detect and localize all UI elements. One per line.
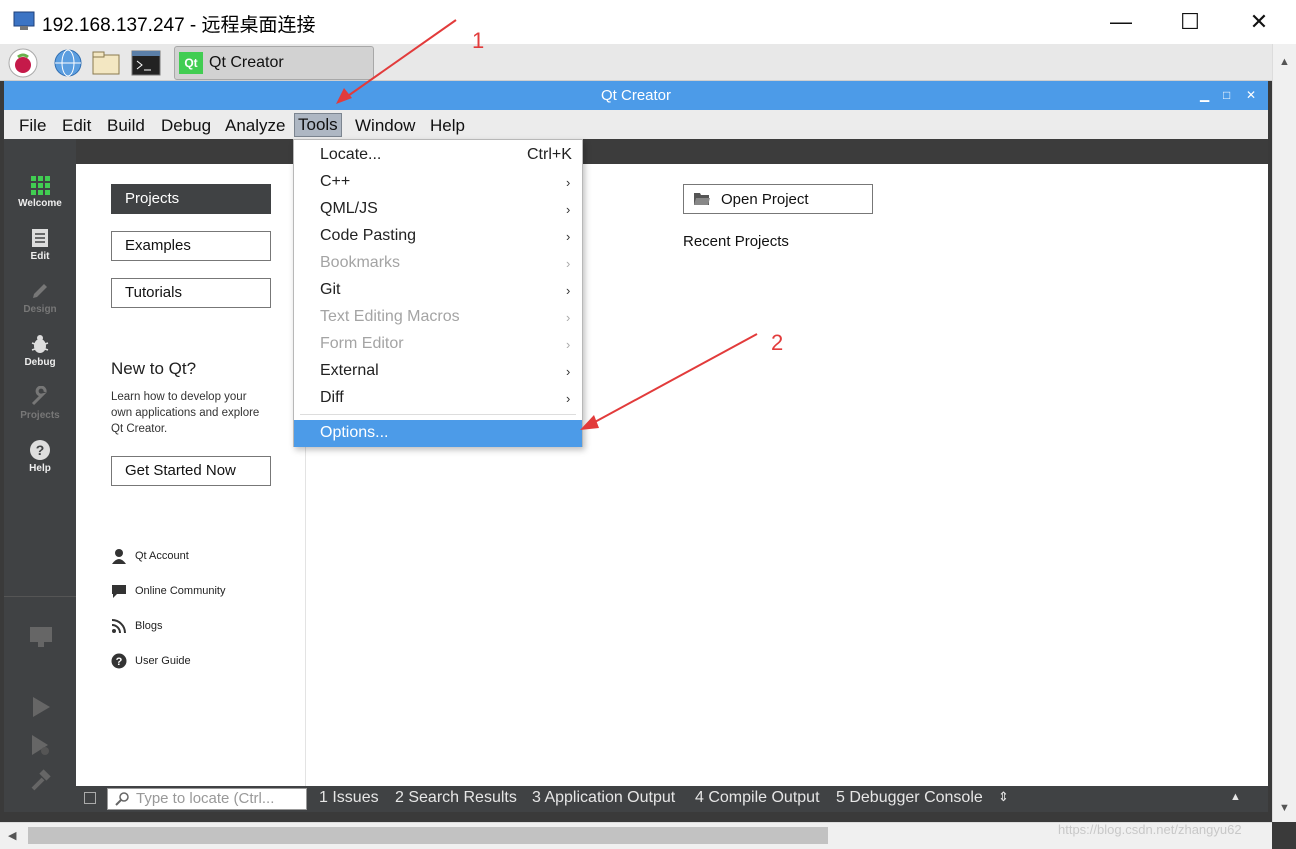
annotation-arrow-2 [592,333,758,424]
annotation-arrowhead-1 [336,88,352,104]
annotation-arrowhead-2 [580,415,599,430]
annotation-arrow-1 [344,19,457,99]
annotation-number-2: 2 [771,330,784,355]
watermark-text: https://blog.csdn.net/zhangyu62 [1058,822,1242,837]
annotation-arrows [336,19,758,430]
annotation-number-1: 1 [472,28,485,53]
